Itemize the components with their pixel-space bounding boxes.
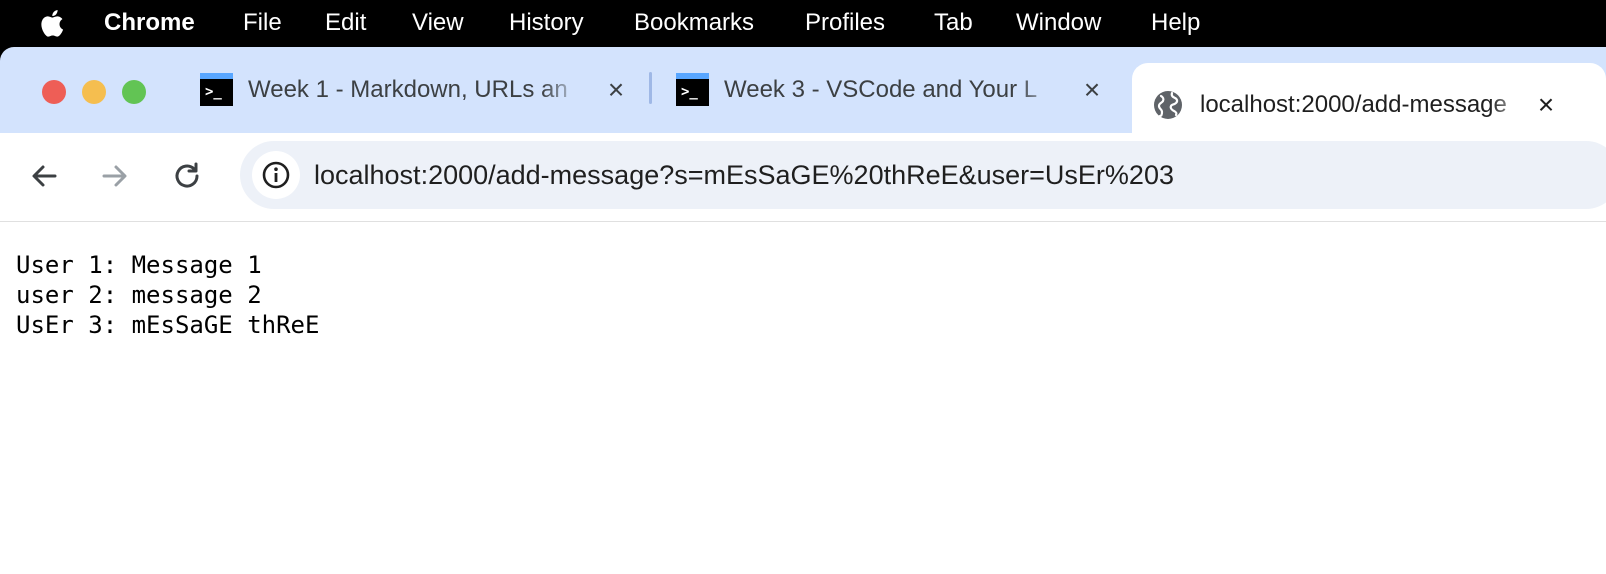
- menu-file[interactable]: File: [243, 6, 282, 40]
- tab-title: Week 3 - VSCode and Your L: [724, 76, 1038, 103]
- window-minimize-button[interactable]: [82, 80, 106, 104]
- menu-bookmarks[interactable]: Bookmarks: [634, 6, 754, 40]
- tab-strip: >_ Week 1 - Markdown, URLs an × >_ Week …: [0, 47, 1606, 133]
- tab-title: Week 1 - Markdown, URLs an: [248, 76, 568, 103]
- menu-bar: Chrome File Edit View History Bookmarks …: [0, 0, 1606, 47]
- message-line: UsEr 3: mEsSaGE thReE: [16, 311, 320, 339]
- tab-close-icon[interactable]: ×: [601, 75, 631, 105]
- menu-profiles[interactable]: Profiles: [805, 6, 885, 40]
- menu-edit[interactable]: Edit: [325, 6, 366, 40]
- terminal-icon: >_: [200, 73, 233, 106]
- back-button[interactable]: [19, 151, 69, 201]
- url-text[interactable]: localhost:2000/add-message?s=mEsSaGE%20t…: [314, 158, 1174, 192]
- menu-view[interactable]: View: [412, 6, 464, 40]
- menu-tab[interactable]: Tab: [934, 6, 973, 40]
- tab-divider: [649, 72, 652, 104]
- message-line: user 2: message 2: [16, 281, 262, 309]
- reload-icon: [175, 162, 199, 188]
- browser-toolbar: localhost:2000/add-message?s=mEsSaGE%20t…: [0, 133, 1606, 222]
- menu-window[interactable]: Window: [1016, 6, 1101, 40]
- forward-button[interactable]: [90, 151, 140, 201]
- arrow-right-icon: [102, 165, 127, 187]
- menu-history[interactable]: History: [509, 6, 584, 40]
- tab-week-3[interactable]: >_ Week 3 - VSCode and Your L ×: [676, 63, 1108, 125]
- page-content: User 1: Message 1 user 2: message 2 UsEr…: [16, 250, 319, 340]
- globe-icon: [1154, 91, 1182, 119]
- menu-app-chrome[interactable]: Chrome: [104, 6, 195, 40]
- tab-localhost-active[interactable]: localhost:2000/add-message ×: [1132, 63, 1606, 133]
- apple-icon[interactable]: [36, 7, 70, 39]
- tab-title: localhost:2000/add-message: [1200, 91, 1507, 118]
- window-close-button[interactable]: [42, 80, 66, 104]
- menu-help[interactable]: Help: [1151, 6, 1200, 40]
- tab-week-1[interactable]: >_ Week 1 - Markdown, URLs an ×: [200, 63, 632, 125]
- tab-close-icon[interactable]: ×: [1077, 75, 1107, 105]
- arrow-left-icon: [32, 165, 57, 187]
- address-bar[interactable]: localhost:2000/add-message?s=mEsSaGE%20t…: [240, 141, 1606, 209]
- tab-close-icon[interactable]: ×: [1531, 90, 1561, 120]
- terminal-icon: >_: [676, 73, 709, 106]
- info-icon: [262, 161, 290, 189]
- site-info-button[interactable]: [252, 151, 300, 199]
- message-line: User 1: Message 1: [16, 251, 262, 279]
- reload-button[interactable]: [162, 151, 212, 201]
- window-zoom-button[interactable]: [122, 80, 146, 104]
